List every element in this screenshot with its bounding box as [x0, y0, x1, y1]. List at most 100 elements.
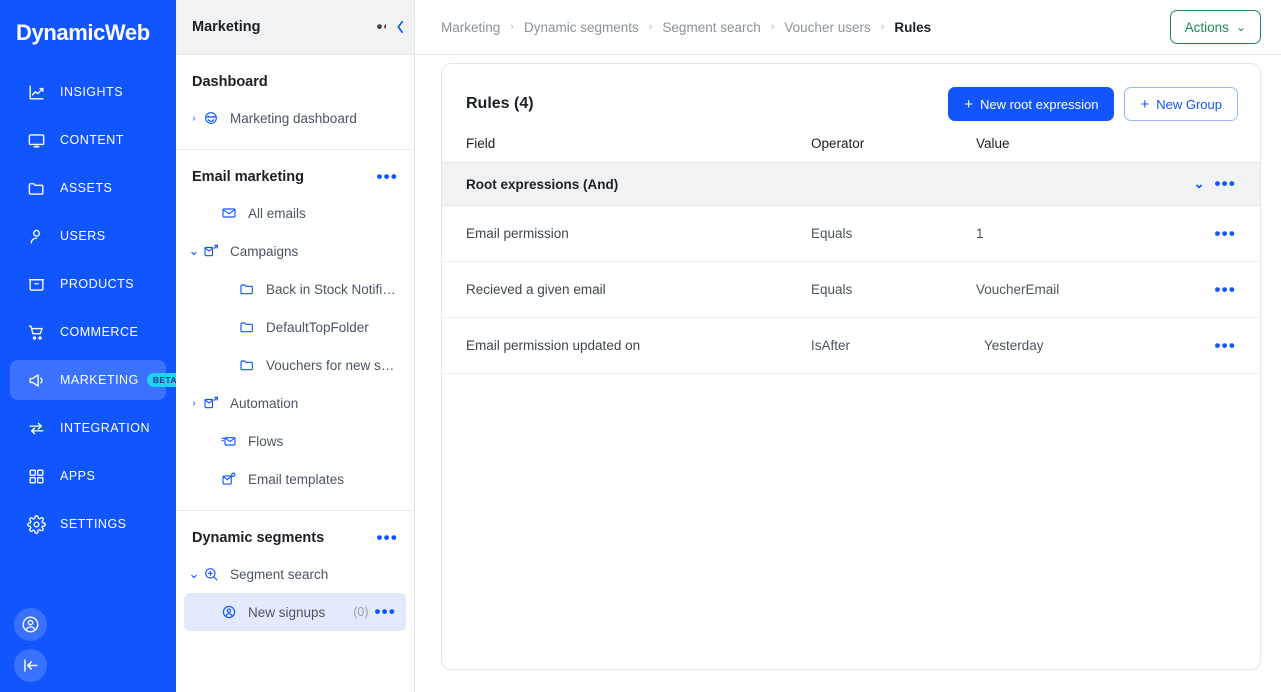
dashboard-globe-icon	[202, 110, 220, 126]
campaign-icon	[202, 243, 220, 259]
tree-item-label: Automation	[230, 395, 299, 411]
expand-caret-icon[interactable]: ›	[186, 398, 202, 409]
tree-item-marketing-dashboard[interactable]: › Marketing dashboard	[184, 99, 406, 137]
actions-button-label: Actions	[1184, 19, 1229, 35]
tree-section-menu-icon[interactable]: •••	[377, 529, 398, 546]
tree-item-label: Vouchers for new signups	[266, 357, 396, 373]
rule-operator: Equals	[811, 226, 853, 241]
email-template-icon	[220, 471, 238, 487]
chevron-left-icon	[397, 20, 403, 34]
nav-item-users[interactable]: USERS	[10, 216, 166, 256]
tree-item-all-emails[interactable]: All emails	[184, 194, 406, 232]
app-logo: DynamicWeb	[16, 20, 150, 45]
rule-row[interactable]: Email permission Equals 1 •••	[442, 206, 1260, 262]
nav-item-marketing[interactable]: MARKETING BETA	[10, 360, 183, 400]
tree-item-back-in-stock-notification[interactable]: Back in Stock Notification	[184, 270, 406, 308]
breadcrumb-item[interactable]: Voucher users	[784, 20, 870, 35]
main-content-area: Marketing › Dynamic segments › Segment searc…	[415, 0, 1281, 692]
rule-row[interactable]: Recieved a given email Equals VoucherEmail…	[442, 262, 1260, 318]
account-circle-icon[interactable]	[14, 608, 47, 641]
nav-item-label: APPS	[60, 469, 96, 483]
rule-row-menu-icon[interactable]: •••	[1215, 337, 1236, 354]
collapse-left-icon[interactable]	[14, 649, 47, 682]
root-expression-group-row[interactable]: Root expressions (And) ⌄ •••	[442, 162, 1260, 206]
nav-item-integration[interactable]: INTEGRATION	[10, 408, 166, 448]
exchange-arrows-icon	[26, 418, 46, 438]
nav-item-insights[interactable]: INSIGHTS	[10, 72, 166, 112]
tree-item-count: (0)	[353, 605, 369, 619]
rule-row-menu-icon[interactable]: •••	[1215, 281, 1236, 298]
tree-item-flows[interactable]: Flows	[184, 422, 406, 460]
tree-item-segment-search[interactable]: ⌄ Segment search	[184, 555, 406, 593]
tree-item-automation[interactable]: › Automation	[184, 384, 406, 422]
collapse-tree-panel-button[interactable]	[386, 0, 414, 55]
tree-item-email-templates[interactable]: Email templates	[184, 460, 406, 498]
rule-operator: IsAfter	[811, 338, 851, 353]
nav-item-label: INSIGHTS	[60, 85, 124, 99]
nav-item-label: USERS	[60, 229, 106, 243]
tree-item-label: Segment search	[230, 566, 329, 582]
breadcrumb-item[interactable]: Marketing	[441, 20, 500, 35]
nav-item-assets[interactable]: ASSETS	[10, 168, 166, 208]
tree-item-vouchers-for-new-signups[interactable]: Vouchers for new signups	[184, 346, 406, 384]
new-root-expression-button[interactable]: + New root expression	[948, 87, 1115, 121]
tree-item-label: Email templates	[248, 471, 345, 487]
monitor-icon	[26, 130, 46, 150]
nav-item-label: COMMERCE	[60, 325, 139, 339]
expand-caret-icon[interactable]: ⌄	[186, 244, 202, 258]
chevron-down-icon: ⌄	[1235, 20, 1246, 34]
content-wrapper: Rules (4) + New root expression + New Gr…	[415, 55, 1281, 692]
tree-section-title: Dashboard	[192, 74, 268, 90]
top-bar: Marketing › Dynamic segments › Segment searc…	[415, 0, 1281, 55]
folder-outline-icon	[238, 357, 256, 373]
folder-icon	[26, 178, 46, 198]
group-row-menu-icon[interactable]: •••	[1215, 175, 1236, 192]
flows-icon	[220, 433, 238, 449]
rule-row-menu-icon[interactable]: •••	[1215, 225, 1236, 242]
tree-section-menu-icon[interactable]: •••	[377, 168, 398, 185]
tree-item-new-signups[interactable]: New signups (0) •••	[184, 593, 406, 631]
column-header-field: Field	[466, 135, 496, 151]
actions-button[interactable]: Actions ⌄	[1169, 10, 1261, 44]
tree-item-menu-icon[interactable]: •••	[375, 603, 396, 620]
breadcrumb-item[interactable]: Dynamic segments	[524, 20, 639, 35]
tree-item-label: Flows	[248, 433, 284, 449]
cart-icon	[26, 322, 46, 342]
tree-section: Dashboard › Marketing dashboard	[176, 55, 414, 150]
envelope-icon	[220, 205, 238, 221]
nav-item-settings[interactable]: SETTINGS	[10, 504, 166, 544]
rule-field: Recieved a given email	[466, 282, 606, 297]
breadcrumb-separator: ›	[770, 21, 775, 33]
chevron-down-icon[interactable]: ⌄	[1194, 177, 1205, 190]
plus-icon: +	[1140, 95, 1150, 113]
rules-row-list: Email permission Equals 1 ••• Recieved a giv…	[442, 206, 1260, 374]
nav-item-products[interactable]: PRODUCTS	[10, 264, 166, 304]
breadcrumb-separator: ›	[648, 21, 653, 33]
rule-field: Email permission updated on	[466, 338, 641, 353]
tree-item-campaigns[interactable]: ⌄ Campaigns	[184, 232, 406, 270]
nav-item-commerce[interactable]: COMMERCE	[10, 312, 166, 352]
rule-value: Yesterday	[984, 338, 1044, 353]
nav-bottom-actions	[14, 608, 47, 682]
nav-item-content[interactable]: CONTENT	[10, 120, 166, 160]
expand-caret-icon[interactable]: ⌄	[186, 567, 202, 581]
rules-card: Rules (4) + New root expression + New Gr…	[441, 63, 1261, 670]
tree-panel-title: Marketing	[192, 19, 261, 35]
new-group-button[interactable]: + New Group	[1124, 87, 1238, 121]
folder-outline-icon	[238, 281, 256, 297]
primary-navigation-sidebar: DynamicWeb INSIGHTS CONTENT ASSETS USERS PRO…	[0, 0, 183, 692]
rule-value: VoucherEmail	[976, 282, 1060, 297]
nav-item-label: PRODUCTS	[60, 277, 135, 291]
column-header-operator: Operator	[811, 135, 865, 151]
tree-item-label: Campaigns	[230, 243, 299, 259]
nav-item-apps[interactable]: APPS	[10, 456, 166, 496]
breadcrumb-separator: ›	[510, 21, 514, 33]
app-root: DynamicWeb INSIGHTS CONTENT ASSETS USERS PRO…	[0, 0, 1281, 692]
nav-item-label: MARKETING	[60, 373, 139, 387]
expand-caret-icon[interactable]: ›	[186, 113, 202, 124]
tree-item-defaulttopfolder[interactable]: DefaultTopFolder	[184, 308, 406, 346]
breadcrumb-item[interactable]: Segment search	[662, 20, 760, 35]
rule-row[interactable]: Email permission updated on IsAfter Yester…	[442, 318, 1260, 374]
tree-section-title: Email marketing	[192, 169, 305, 185]
gear-icon	[26, 514, 46, 534]
